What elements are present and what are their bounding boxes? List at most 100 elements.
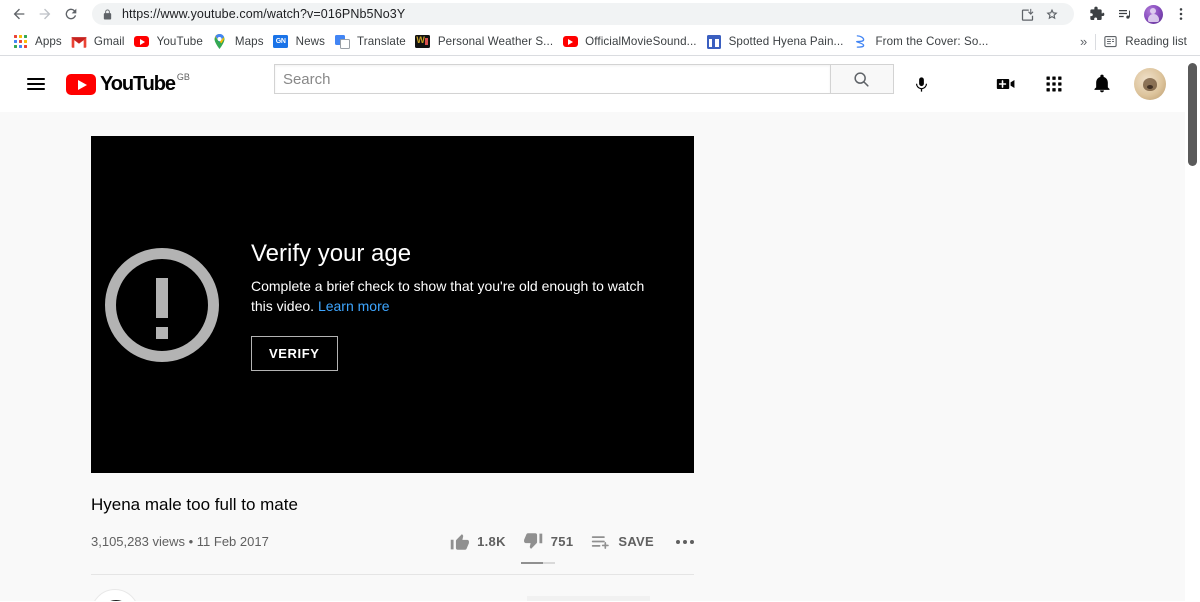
warning-exclamation-icon	[105, 247, 219, 362]
like-count: 1.8K	[477, 534, 506, 549]
chrome-actions	[1080, 1, 1194, 27]
reading-list-label: Reading list	[1125, 35, 1187, 48]
url-text: https://www.youtube.com/watch?v=016PNb5N…	[122, 7, 406, 21]
media-controls-icon[interactable]	[1112, 1, 1138, 27]
bookmark-gmail[interactable]: Gmail	[69, 31, 132, 53]
subscribed-button[interactable]: SUBSCRIBED	[527, 595, 650, 601]
like-ratio-fill	[521, 562, 544, 564]
reload-button[interactable]	[58, 1, 84, 27]
dislike-button[interactable]: 751	[523, 531, 574, 552]
reading-list-button[interactable]: Reading list	[1100, 31, 1194, 53]
bookmark-label: Apps	[35, 35, 62, 48]
masthead-center	[190, 64, 986, 104]
age-gate-text: Verify your age Complete a brief check t…	[251, 239, 694, 371]
notification-bell-button[interactable]	[654, 593, 694, 601]
bookmark-label: OfficialMovieSound...	[585, 35, 697, 48]
thumbs-up-icon	[450, 534, 470, 550]
like-ratio-bar	[521, 562, 555, 564]
notifications-button[interactable]	[1082, 64, 1122, 104]
forward-arrow-icon	[39, 8, 51, 20]
save-to-playlist-icon	[592, 536, 610, 549]
guide-toggle-button[interactable]	[16, 64, 56, 104]
reload-icon	[65, 8, 77, 20]
channel-avatar[interactable]	[91, 589, 139, 601]
weather-icon	[415, 34, 431, 50]
age-verification-overlay: Verify your age Complete a brief check t…	[91, 136, 694, 473]
bookmark-label: Spotted Hyena Pain...	[728, 35, 844, 48]
bookmark-personal-weather[interactable]: Personal Weather S...	[413, 31, 560, 53]
video-info: Hyena male too full to mate 3,105,283 vi…	[91, 473, 694, 601]
bookmark-news[interactable]: GN News	[271, 31, 332, 53]
bookmark-translate[interactable]: Translate	[332, 31, 413, 53]
lock-icon	[102, 8, 113, 21]
video-player[interactable]: Verify your age Complete a brief check t…	[91, 136, 694, 473]
bookmark-label: From the Cover: So...	[875, 35, 989, 48]
search-submit-button[interactable]	[829, 64, 894, 94]
bookmark-label: YouTube	[156, 35, 203, 48]
extensions-icon[interactable]	[1084, 1, 1110, 27]
dislike-count: 751	[550, 534, 574, 549]
bookmark-from-the-cover[interactable]: From the Cover: So...	[850, 31, 995, 53]
google-translate-icon	[334, 34, 350, 50]
bookmark-maps[interactable]: Maps	[210, 31, 271, 53]
back-arrow-icon	[13, 8, 25, 20]
profile-avatar[interactable]	[1140, 1, 1166, 27]
browser-toolbar: https://www.youtube.com/watch?v=016PNb5N…	[0, 0, 1200, 28]
bookmark-label: Personal Weather S...	[437, 35, 554, 48]
account-avatar[interactable]	[1130, 64, 1170, 104]
apps-grid-icon	[1046, 76, 1062, 92]
science-icon	[852, 34, 868, 50]
address-bar[interactable]: https://www.youtube.com/watch?v=016PNb5N…	[92, 3, 1074, 25]
video-title: Hyena male too full to mate	[91, 495, 298, 514]
bookmark-label: Translate	[357, 35, 406, 48]
masthead-right	[986, 64, 1184, 104]
youtube-wordmark: YouTube	[100, 73, 176, 95]
youtube-apps-button[interactable]	[1034, 64, 1074, 104]
page-scrollbar[interactable]	[1185, 56, 1200, 601]
masthead-left: YouTube GB	[16, 64, 190, 104]
bell-icon	[1094, 74, 1110, 93]
reading-list-icon	[1102, 34, 1118, 50]
youtube-icon	[134, 34, 150, 50]
search-field-wrapper[interactable]	[273, 64, 830, 94]
age-gate-description: Complete a brief check to show that you'…	[251, 276, 663, 316]
thumbs-down-icon	[523, 533, 543, 549]
bookmark-apps[interactable]: Apps	[10, 31, 69, 53]
youtube-page: YouTube GB Search Verify your age Comple…	[0, 56, 1200, 601]
search-input[interactable]	[282, 70, 822, 88]
create-video-button[interactable]	[986, 64, 1026, 104]
bookmark-spotted-hyena[interactable]: Spotted Hyena Pain...	[704, 31, 851, 53]
verify-button[interactable]: VERIFY	[251, 335, 338, 371]
voice-search-button[interactable]	[902, 64, 942, 104]
like-button[interactable]: 1.8K	[449, 531, 506, 552]
video-camera-plus-icon	[996, 78, 1015, 90]
bookmark-star-icon[interactable]	[1040, 2, 1064, 26]
channel-row: Hyena Project SUBSCRIBED	[91, 575, 694, 601]
chrome-menu-button[interactable]	[1168, 1, 1194, 27]
view-count: 3,105,283 views	[91, 534, 185, 549]
apps-grid-icon	[12, 34, 28, 50]
save-label: SAVE	[618, 534, 654, 549]
install-app-icon[interactable]	[1015, 2, 1039, 26]
age-gate-description-text: Complete a brief check to show that you'…	[251, 277, 645, 314]
hamburger-icon	[27, 75, 45, 93]
bookmarks-overflow-button[interactable]: »	[1072, 34, 1095, 49]
gmail-icon	[71, 34, 87, 50]
learn-more-link[interactable]: Learn more	[318, 298, 390, 314]
meta-separator: •	[188, 534, 194, 549]
back-button[interactable]	[6, 1, 32, 27]
save-button[interactable]: SAVE	[590, 531, 654, 552]
search-icon	[854, 71, 870, 87]
forward-button[interactable]	[32, 1, 58, 27]
youtube-logo[interactable]: YouTube GB	[66, 72, 190, 95]
bookmark-officialmoviesound[interactable]: OfficialMovieSound...	[560, 31, 703, 53]
search-bar	[273, 64, 894, 104]
maps-pin-icon	[212, 34, 228, 50]
upload-date: 11 Feb 2017	[196, 534, 269, 549]
bookmark-youtube[interactable]: YouTube	[132, 31, 210, 53]
more-actions-button[interactable]	[676, 539, 694, 544]
document-icon	[706, 34, 722, 50]
youtube-masthead: YouTube GB	[0, 56, 1200, 112]
avatar	[1134, 68, 1166, 100]
scrollbar-thumb[interactable]	[1188, 63, 1197, 166]
